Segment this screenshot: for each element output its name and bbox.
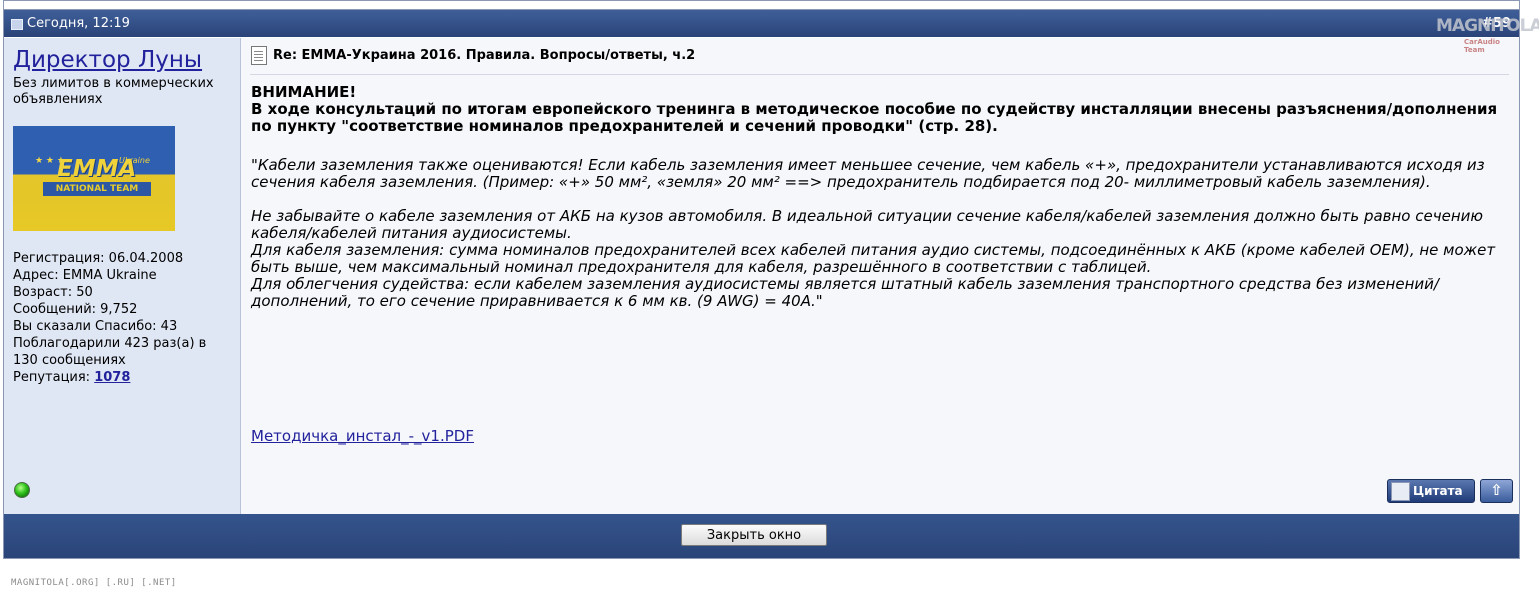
scroll-up-button[interactable]: ⇧	[1480, 479, 1513, 503]
user-age: Возраст: 50	[13, 285, 93, 300]
post-icon	[11, 19, 23, 30]
user-reputation: Репутация: 1078	[13, 369, 235, 386]
window-footer: Закрыть окно	[4, 514, 1519, 558]
user-thanked: Поблагодарили 423 раз(а) в 130 сообщения…	[13, 336, 207, 368]
quote-paragraph: Для облегчения судейства: если кабелем з…	[251, 275, 1439, 310]
post-window: Сегодня, 12:19 #59 Директор Луны Без лим…	[3, 0, 1520, 559]
post-body: Re: EMMA-Украина 2016. Правила. Вопросы/…	[241, 38, 1519, 514]
title-divider	[250, 74, 1509, 75]
user-panel: Директор Луны Без лимитов в коммерческих…	[4, 38, 241, 514]
post-quote: "Кабели заземления также оцениваются! Ес…	[251, 157, 1516, 310]
quote-button[interactable]: Цитата	[1387, 479, 1475, 503]
footer-links: MAGNITOLA[.ORG] [.RU] [.NET]	[11, 578, 177, 588]
quote-button-label: Цитата	[1413, 484, 1463, 498]
user-registration: Регистрация: 06.04.2008	[13, 251, 184, 266]
avatar-band: NATIONAL TEAM	[43, 182, 151, 196]
user-thanks-said: Вы сказали Спасибо: 43	[13, 319, 178, 334]
watermark-logo: MAGNITOLA CarAudio Team	[1436, 16, 1539, 54]
notice-heading: ВНИМАНИЕ!	[251, 83, 357, 101]
quote-paragraph: Для кабеля заземления: сумма номиналов п…	[251, 241, 1496, 276]
close-window-button[interactable]: Закрыть окно	[681, 524, 827, 546]
watermark-sub: CarAudio Team	[1464, 38, 1500, 54]
user-info: Регистрация: 06.04.2008 Адрес: EMMA Ukra…	[13, 250, 235, 386]
post-page-icon	[251, 46, 267, 65]
user-messages: Сообщений: 9,752	[13, 302, 138, 317]
quote-paragraph: "Кабели заземления также оцениваются! Ес…	[251, 156, 1485, 191]
username-link[interactable]: Директор Луны	[13, 47, 202, 73]
post-header: Сегодня, 12:19 #59	[4, 10, 1519, 37]
user-title: Без лимитов в коммерческих объявлениях	[13, 76, 214, 107]
reputation-link[interactable]: 1078	[94, 370, 130, 385]
online-status-icon	[14, 482, 30, 498]
user-address: Адрес: EMMA Ukraine	[13, 268, 157, 283]
arrow-up-icon: ⇧	[1490, 481, 1503, 499]
attachment-link[interactable]: Методичка_инстал_-_v1.PDF	[251, 427, 474, 445]
top-strip	[4, 1, 1519, 10]
quote-pen-icon	[1391, 482, 1410, 501]
notice-text: В ходе консультаций по итогам европейско…	[251, 100, 1498, 135]
avatar-logo-sub: Ukraine	[119, 156, 150, 165]
reputation-label: Репутация:	[13, 370, 91, 385]
post-notice: ВНИМАНИЕ! В ходе консультаций по итогам …	[251, 84, 1511, 135]
post-date: Сегодня, 12:19	[27, 16, 130, 31]
watermark-brand: MAGNITOLA	[1436, 16, 1539, 36]
post-title: Re: EMMA-Украина 2016. Правила. Вопросы/…	[273, 48, 696, 63]
quote-paragraph: Не забывайте о кабеле заземления от АКБ …	[251, 207, 1483, 242]
avatar: ★ ★ ★ EMMA Ukraine NATIONAL TEAM	[13, 126, 175, 231]
